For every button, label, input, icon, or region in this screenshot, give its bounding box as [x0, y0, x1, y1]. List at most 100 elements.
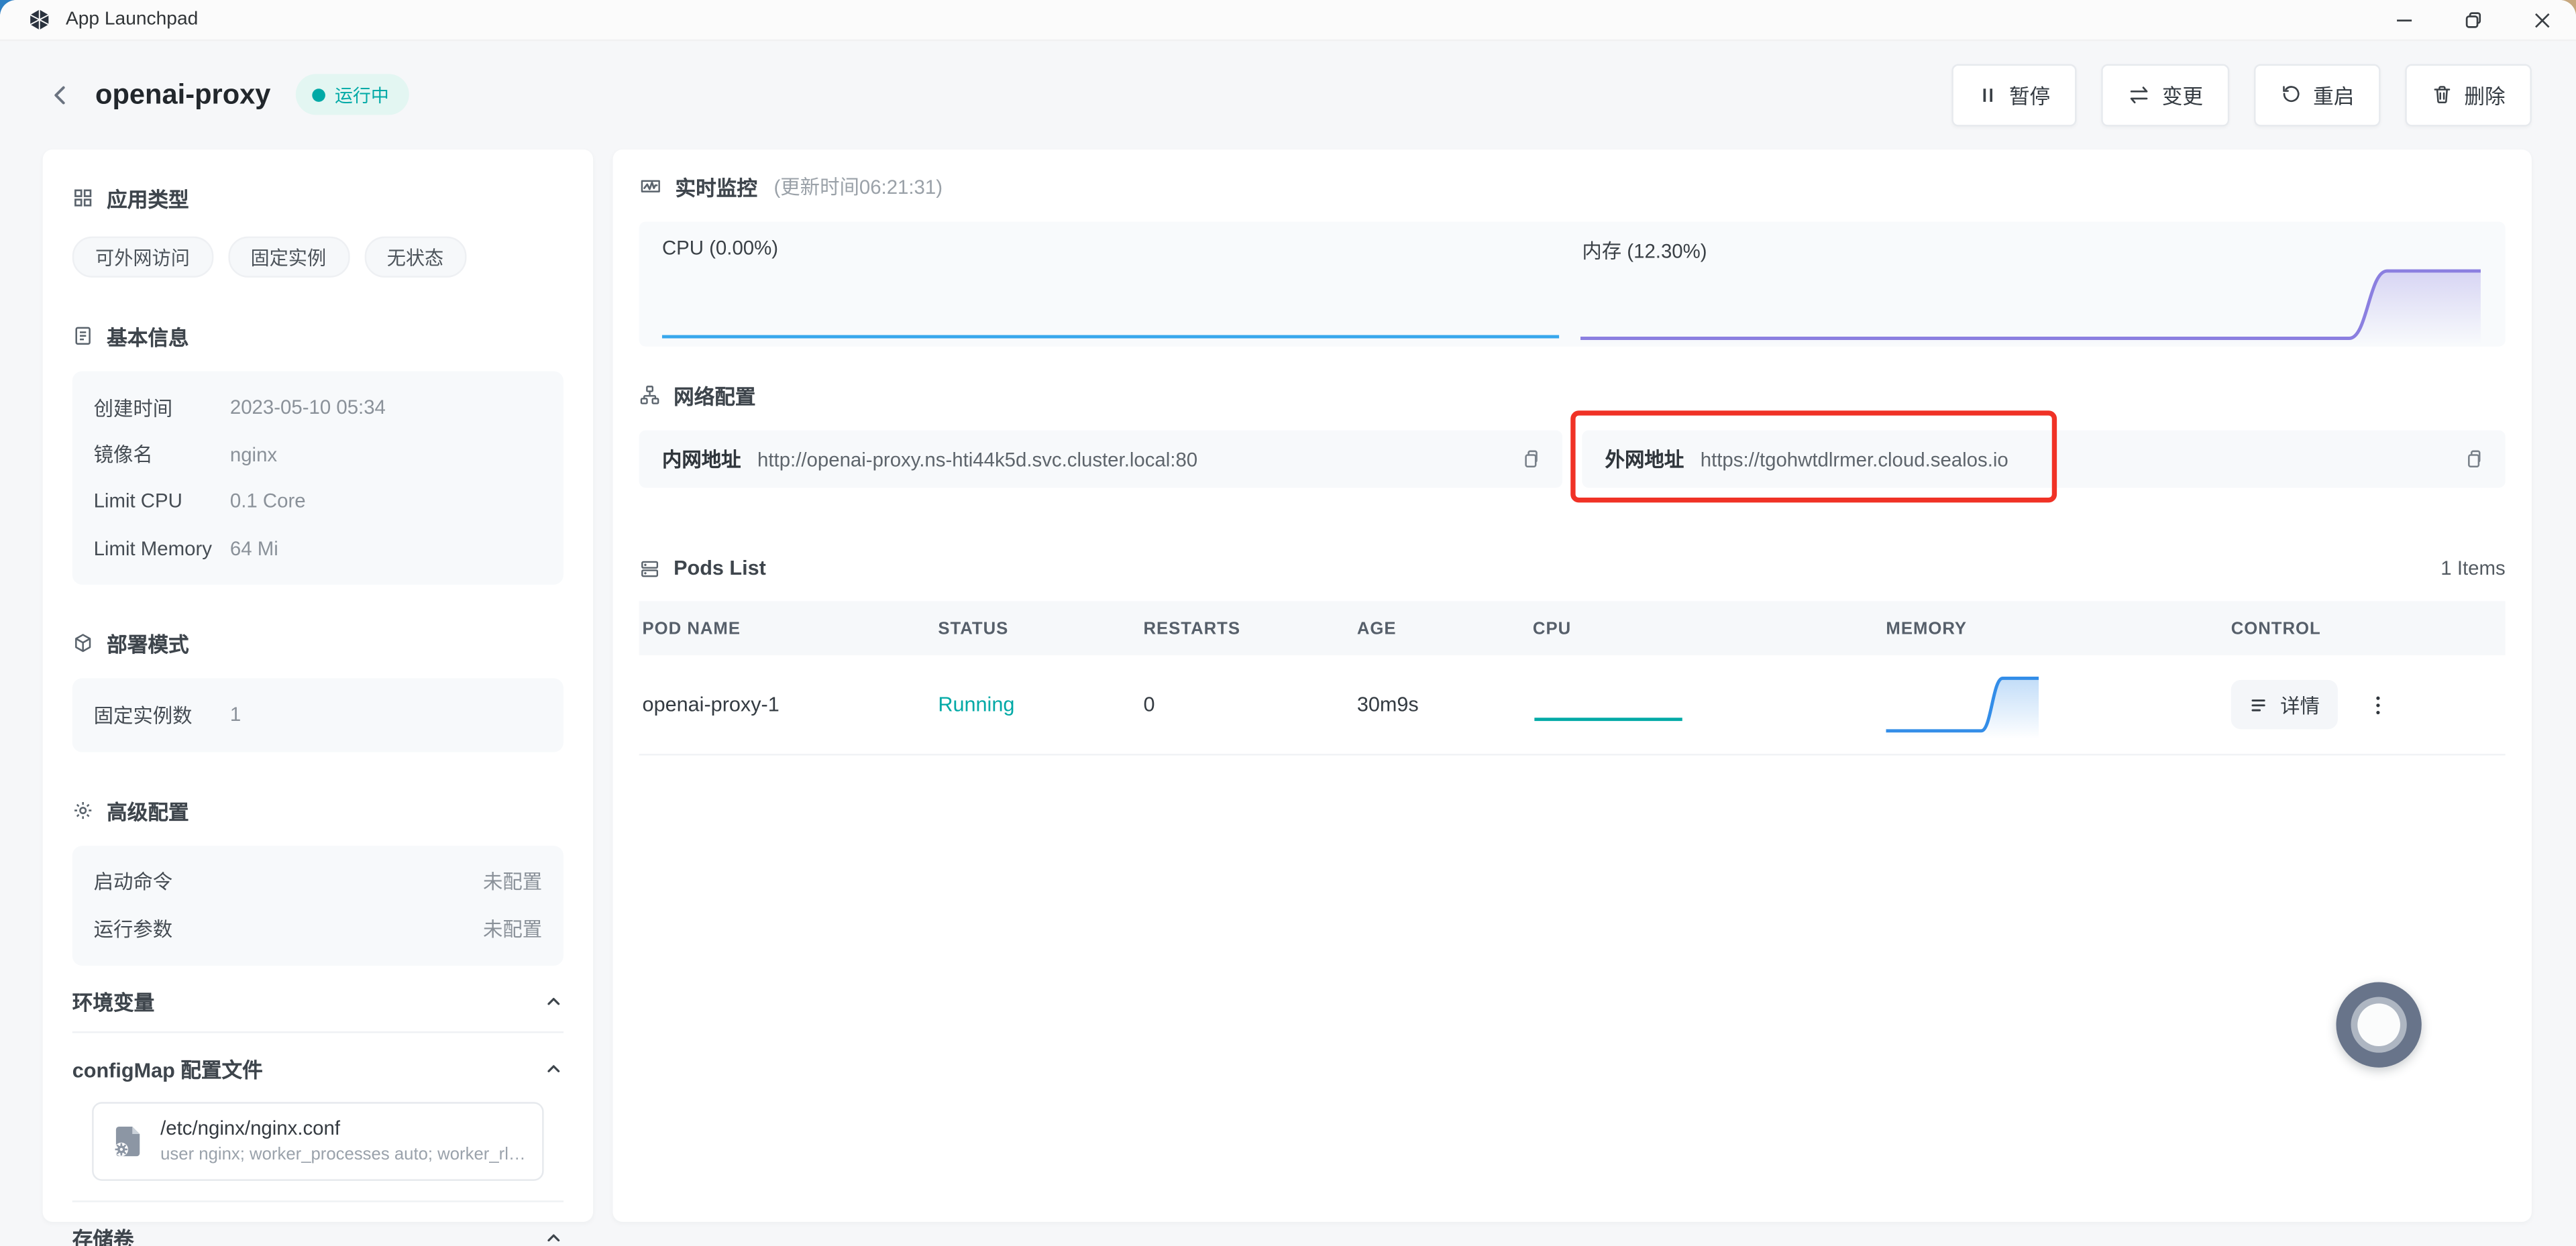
chevron-left-icon: [48, 81, 74, 107]
floating-assistant-button[interactable]: [2336, 982, 2421, 1067]
restore-icon: [2463, 11, 2481, 29]
configmap-file-card[interactable]: /etc/nginx/nginx.conf user nginx; worker…: [92, 1101, 543, 1180]
configmap-file-meta: /etc/nginx/nginx.conf user nginx; worker…: [160, 1117, 526, 1164]
info-row: 镜像名nginx: [94, 431, 543, 478]
internal-address-url: http://openai-proxy.ns-hti44k5d.svc.clus…: [757, 447, 1197, 470]
pause-icon: [1978, 84, 1997, 104]
restart-icon: [2280, 84, 2302, 105]
tag-stateless: 无状态: [364, 237, 466, 278]
divider: [72, 1031, 564, 1032]
gear-icon: [72, 799, 94, 820]
page-title: openai-proxy: [95, 78, 270, 111]
chevron-up-icon: [544, 991, 564, 1011]
cube-icon: [72, 632, 94, 654]
pod-cpu-sparkline: [1533, 669, 1886, 741]
copy-internal-address-button[interactable]: [1519, 449, 1541, 470]
cpu-usage-chart: [660, 222, 1560, 347]
memory-usage-chart: [1580, 222, 2481, 347]
page-header: openai-proxy 运行中 暂停 变更 重启: [0, 40, 2576, 150]
pod-age: 30m9s: [1357, 693, 1533, 716]
pod-row: openai-proxy-1 Running 0 30m9s: [639, 655, 2506, 755]
window-title: App Launchpad: [66, 10, 198, 30]
external-address-url: https://tgohwtdlrmer.cloud.sealos.io: [1701, 447, 2008, 470]
pods-table-header: POD NAME STATUS RESTARTS AGE CPU MEMORY …: [639, 601, 2506, 655]
minimize-button[interactable]: [2369, 0, 2438, 40]
info-row: Limit Memory64 Mi: [94, 524, 543, 571]
info-row: 创建时间2023-05-10 05:34: [94, 384, 543, 431]
monitoring-update-time: (更新时间06:21:31): [774, 172, 943, 201]
close-icon: [2532, 11, 2551, 29]
pod-name: openai-proxy-1: [639, 693, 938, 716]
accordion-storage[interactable]: 存储卷: [72, 1208, 564, 1246]
app-type-tags: 可外网访问 固定实例 无状态: [72, 237, 564, 278]
section-advanced-config: 高级配置: [72, 794, 564, 826]
status-badge: 运行中: [295, 74, 409, 115]
app-window: App Launchpad openai-proxy 运行中: [0, 0, 2576, 1246]
window-controls: [2369, 0, 2576, 40]
configmap-file-preview: user nginx; worker_processes auto; worke…: [160, 1145, 526, 1164]
tag-external-access: 可外网访问: [72, 237, 213, 278]
app-detail-sidebar: 应用类型 可外网访问 固定实例 无状态 基本信息 创建时间2023-05-10 …: [43, 150, 593, 1222]
pulse-monitor-icon: [639, 175, 662, 198]
section-network: 网络配置: [639, 380, 2506, 411]
divider: [72, 1200, 564, 1201]
info-row: 启动命令未配置: [94, 858, 543, 905]
deploy-mode-box: 固定实例数1: [72, 678, 564, 751]
grid-icon: [72, 187, 94, 209]
pause-button[interactable]: 暂停: [1951, 63, 2076, 125]
accordion-env-vars[interactable]: 环境变量: [72, 972, 564, 1031]
change-icon: [2127, 83, 2150, 106]
info-row: Limit CPU0.1 Core: [94, 478, 543, 525]
info-row: 固定实例数1: [94, 691, 543, 738]
back-button[interactable]: [44, 78, 77, 111]
network-addresses: 内网地址 http://openai-proxy.ns-hti44k5d.svc…: [639, 431, 2506, 488]
pod-detail-button[interactable]: 详情: [2231, 680, 2338, 729]
document-icon: [72, 325, 94, 347]
titlebar: App Launchpad: [0, 0, 2576, 41]
pod-controls: 详情: [2231, 680, 2506, 729]
delete-button[interactable]: 删除: [2405, 63, 2532, 125]
pod-memory-sparkline: [1886, 669, 2231, 741]
pods-list-icon: [639, 557, 661, 579]
close-button[interactable]: [2507, 0, 2576, 40]
section-basic-info: 基本信息: [72, 321, 564, 352]
restart-button[interactable]: 重启: [2254, 63, 2381, 125]
restore-button[interactable]: [2438, 0, 2507, 40]
section-app-type: 应用类型: [72, 182, 564, 214]
pod-more-menu-button[interactable]: [2366, 692, 2391, 717]
section-deploy-mode: 部署模式: [72, 628, 564, 659]
screen: App Launchpad openai-proxy 运行中: [0, 0, 2576, 1246]
change-button[interactable]: 变更: [2101, 63, 2229, 125]
kebab-menu-icon: [2366, 692, 2391, 717]
copy-icon: [2463, 449, 2484, 470]
network-icon: [639, 384, 661, 406]
info-row: 运行参数未配置: [94, 905, 543, 952]
configmap-file-name: /etc/nginx/nginx.conf: [160, 1117, 526, 1139]
header-actions: 暂停 变更 重启 删除: [1951, 63, 2532, 125]
floating-assistant-ring: [2351, 997, 2406, 1053]
external-address-box: 外网地址 https://tgohwtdlrmer.cloud.sealos.i…: [1582, 431, 2505, 488]
chevron-up-icon: [544, 1228, 564, 1246]
app-launchpad-logo-icon: [28, 8, 51, 31]
monitoring-panel: CPU (0.00%) 内存 (12.30%): [639, 222, 2506, 347]
chevron-up-icon: [544, 1058, 564, 1078]
internal-address-label: 内网地址: [662, 445, 741, 473]
accordion-configmap[interactable]: configMap 配置文件: [72, 1039, 564, 1098]
basic-info-box: 创建时间2023-05-10 05:34 镜像名nginx Limit CPU0…: [72, 371, 564, 584]
copy-icon: [1519, 449, 1541, 470]
tag-fixed-instance: 固定实例: [227, 237, 349, 278]
pods-count: 1 Items: [2440, 557, 2505, 579]
trash-icon: [2431, 84, 2453, 105]
floating-assistant-core: [2357, 1003, 2400, 1046]
list-icon: [2249, 694, 2271, 716]
pod-status: Running: [938, 693, 1143, 716]
section-monitoring: 实时监控 (更新时间06:21:31): [639, 171, 2506, 203]
minimize-icon: [2394, 11, 2412, 29]
file-gear-icon: [110, 1123, 146, 1159]
copy-external-address-button[interactable]: [2463, 449, 2484, 470]
pod-restarts: 0: [1143, 693, 1356, 716]
status-dot-icon: [312, 88, 325, 101]
app-detail-main: 实时监控 (更新时间06:21:31) CPU (0.00%) 内存 (12.3…: [612, 150, 2531, 1222]
advanced-config-box: 启动命令未配置 运行参数未配置: [72, 845, 564, 965]
section-pods-list: Pods List 1 Items: [639, 557, 2506, 579]
